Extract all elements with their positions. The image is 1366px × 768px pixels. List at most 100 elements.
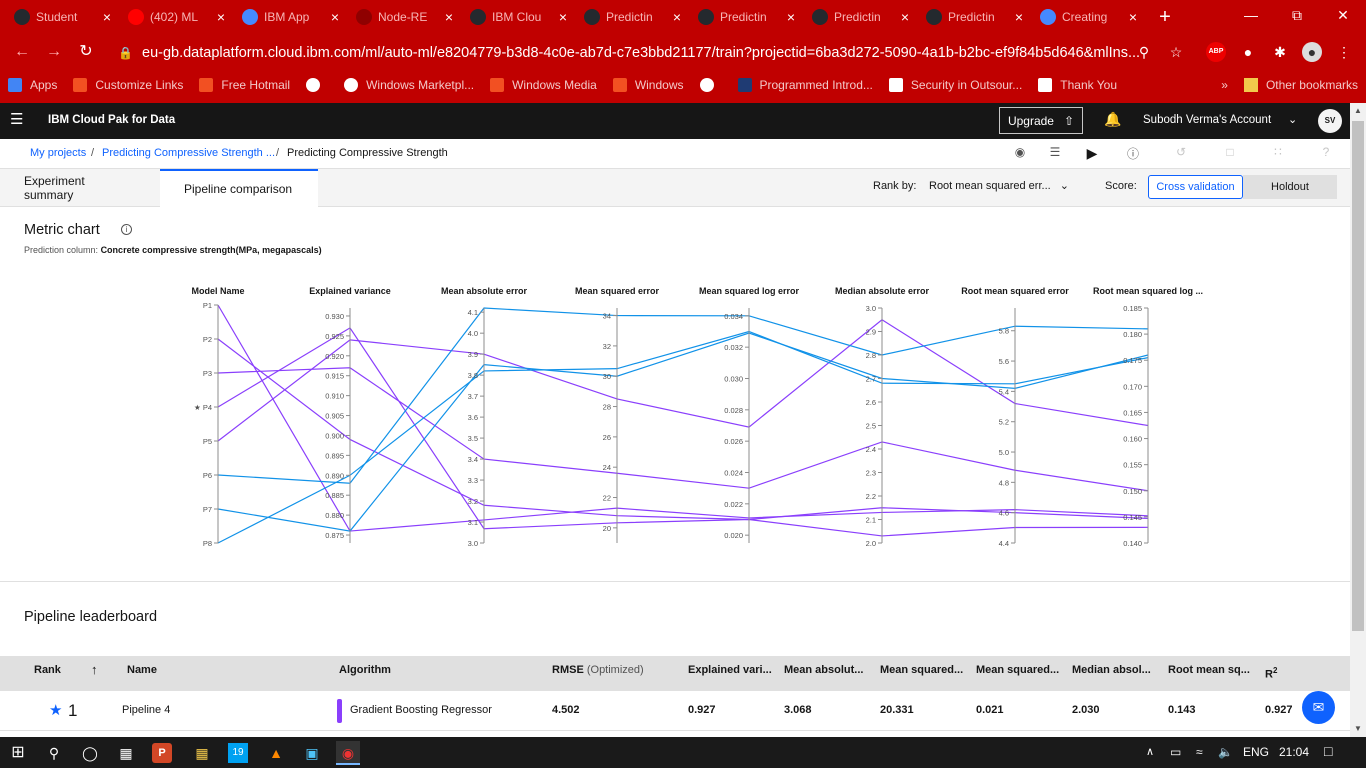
holdout-toggle[interactable]: Holdout	[1243, 175, 1337, 199]
browser-tab[interactable]: Creating ×	[1032, 0, 1145, 34]
volume-icon[interactable]: 🔈	[1218, 745, 1233, 759]
col-algorithm[interactable]: Algorithm	[339, 664, 391, 676]
back-icon[interactable]: ←	[10, 40, 34, 64]
info-icon[interactable]: ⓘ	[1123, 145, 1143, 163]
bookmark-item[interactable]	[298, 77, 336, 92]
sort-arrow-icon[interactable]: ↑	[91, 662, 98, 677]
bookmark-item[interactable]: Windows Media	[482, 77, 605, 92]
pipeline-name[interactable]: Pipeline 4	[122, 704, 170, 716]
browser-tab[interactable]: (402) ML ×	[120, 0, 233, 34]
chrome-icon[interactable]: ◉	[336, 741, 360, 765]
windows-start-icon[interactable]: ⊞	[6, 741, 30, 765]
bookmark-item[interactable]: Apps	[0, 77, 65, 92]
col-r2[interactable]: R2	[1265, 666, 1277, 681]
scroll-thumb[interactable]	[1352, 121, 1364, 631]
run-play-icon[interactable]: ▶	[1082, 145, 1102, 163]
restore-button[interactable]: ⧉	[1274, 0, 1320, 30]
close-tab-icon[interactable]: ×	[331, 9, 339, 25]
forward-icon[interactable]: →	[42, 40, 66, 64]
col-mean-absolute-error[interactable]: Mean absolut...	[784, 664, 863, 676]
browser-tab[interactable]: IBM App ×	[234, 0, 347, 34]
avatar[interactable]: SV	[1318, 109, 1342, 133]
calendar-app-icon[interactable]: 19	[228, 743, 248, 763]
close-tab-icon[interactable]: ×	[559, 9, 567, 25]
bookmark-item[interactable]: Programmed Introd...	[730, 77, 881, 92]
col-root-mean-squared-log-error[interactable]: Root mean sq...	[1168, 664, 1250, 676]
battery-icon[interactable]: ▭	[1170, 745, 1181, 759]
close-tab-icon[interactable]: ×	[1129, 9, 1137, 25]
other-bookmarks-folder[interactable]: Other bookmarks	[1236, 77, 1366, 92]
extension-icon[interactable]: ✱	[1270, 42, 1290, 62]
close-tab-icon[interactable]: ×	[673, 9, 681, 25]
bookmark-item[interactable]: Thank You	[1030, 77, 1125, 92]
close-tab-icon[interactable]: ×	[787, 9, 795, 25]
task-view-icon[interactable]: ▦	[114, 741, 138, 765]
browser-tab[interactable]: Student ×	[6, 0, 119, 34]
close-tab-icon[interactable]: ×	[901, 9, 909, 25]
bookmark-item[interactable]	[692, 77, 730, 92]
browser-tab[interactable]: Node-RE ×	[348, 0, 461, 34]
minimize-button[interactable]: —	[1228, 0, 1274, 30]
browser-tab[interactable]: Predictin ×	[690, 0, 803, 34]
breadcrumb-project[interactable]: Predicting Compressive Strength ...	[102, 147, 275, 159]
tab-experiment-summary[interactable]: Experiment summary	[0, 169, 160, 207]
notification-bell-icon[interactable]: 🔔	[1103, 111, 1123, 131]
bookmark-item[interactable]: Customize Links	[65, 77, 191, 92]
bookmarks-overflow-button[interactable]: »	[1213, 78, 1236, 92]
tab-pipeline-comparison[interactable]: Pipeline comparison	[160, 169, 318, 207]
bookmark-item[interactable]: Windows Marketpl...	[336, 77, 482, 92]
search-icon[interactable]: ⚲	[42, 741, 66, 765]
desktop-app-icon[interactable]: ▣	[300, 741, 324, 765]
adblock-icon[interactable]: ABP	[1206, 42, 1226, 62]
col-rmse[interactable]: RMSE (Optimized)	[552, 664, 644, 676]
search-icon[interactable]: ⚲	[1134, 42, 1154, 62]
menu-kebab-icon[interactable]: ⋮	[1334, 42, 1354, 62]
history-icon[interactable]: ↺	[1171, 145, 1191, 163]
vlc-icon[interactable]: ▲	[264, 741, 288, 765]
browser-tab[interactable]: IBM Clou ×	[462, 0, 575, 34]
chevron-down-icon[interactable]: ⌄	[1288, 113, 1297, 126]
col-median-absolute-error[interactable]: Median absol...	[1072, 664, 1151, 676]
grid-icon[interactable]: ∷	[1268, 145, 1288, 163]
wifi-icon[interactable]: ≈	[1196, 745, 1203, 759]
breadcrumb-my-projects[interactable]: My projects	[30, 147, 86, 159]
scroll-down-icon[interactable]: ▼	[1350, 721, 1366, 737]
browser-tab[interactable]: Predictin ×	[804, 0, 917, 34]
url-field[interactable]: 🔒 eu-gb.dataplatform.cloud.ibm.com/ml/au…	[110, 39, 1194, 66]
clock[interactable]: 21:04	[1279, 745, 1309, 759]
account-name[interactable]: Subodh Verma's Account	[1143, 114, 1271, 126]
browser-tab[interactable]: Predictin ×	[918, 0, 1031, 34]
bookmark-item[interactable]: Security in Outsour...	[881, 77, 1030, 92]
notifications-icon[interactable]: □	[1324, 743, 1332, 759]
col-mean-squared-log-error[interactable]: Mean squared...	[976, 664, 1059, 676]
scroll-up-icon[interactable]: ▲	[1350, 103, 1366, 119]
table-row[interactable]: ★ 1 Pipeline 4 Gradient Boosting Regress…	[0, 691, 1350, 731]
close-tab-icon[interactable]: ×	[1015, 9, 1023, 25]
close-tab-icon[interactable]: ×	[217, 9, 225, 25]
col-name[interactable]: Name	[127, 664, 157, 676]
bookmark-item[interactable]: Windows	[605, 77, 692, 92]
cross-validation-toggle[interactable]: Cross validation	[1148, 175, 1243, 199]
browser-tab[interactable]: Predictin ×	[576, 0, 689, 34]
info-icon[interactable]: i	[121, 224, 132, 235]
profile-icon[interactable]: ●	[1302, 42, 1322, 62]
cortana-icon[interactable]: ◯	[78, 741, 102, 765]
close-tab-icon[interactable]: ×	[445, 9, 453, 25]
reload-icon[interactable]: ↻	[74, 40, 98, 64]
language-indicator[interactable]: ENG	[1243, 745, 1269, 759]
file-explorer-icon[interactable]: ▦	[190, 741, 214, 765]
col-rank[interactable]: Rank	[34, 664, 61, 676]
comment-icon[interactable]: □	[1220, 145, 1240, 163]
tray-chevron-icon[interactable]: ∧	[1146, 745, 1154, 758]
col-mean-squared-error[interactable]: Mean squared...	[880, 664, 963, 676]
close-tab-icon[interactable]: ×	[103, 9, 111, 25]
page-scrollbar[interactable]: ▲ ▼	[1350, 103, 1366, 737]
close-window-button[interactable]: ✕	[1320, 0, 1366, 30]
powerpoint-icon[interactable]: P	[152, 743, 172, 763]
new-tab-button[interactable]: +	[1152, 4, 1178, 30]
cookie-icon[interactable]: ●	[1238, 42, 1258, 62]
upgrade-button[interactable]: Upgrade ⇧	[999, 107, 1083, 134]
settings-sliders-icon[interactable]: ☰	[1045, 145, 1065, 163]
view-eye-icon[interactable]: ◉	[1010, 145, 1030, 163]
col-explained-variance[interactable]: Explained vari...	[688, 664, 772, 676]
